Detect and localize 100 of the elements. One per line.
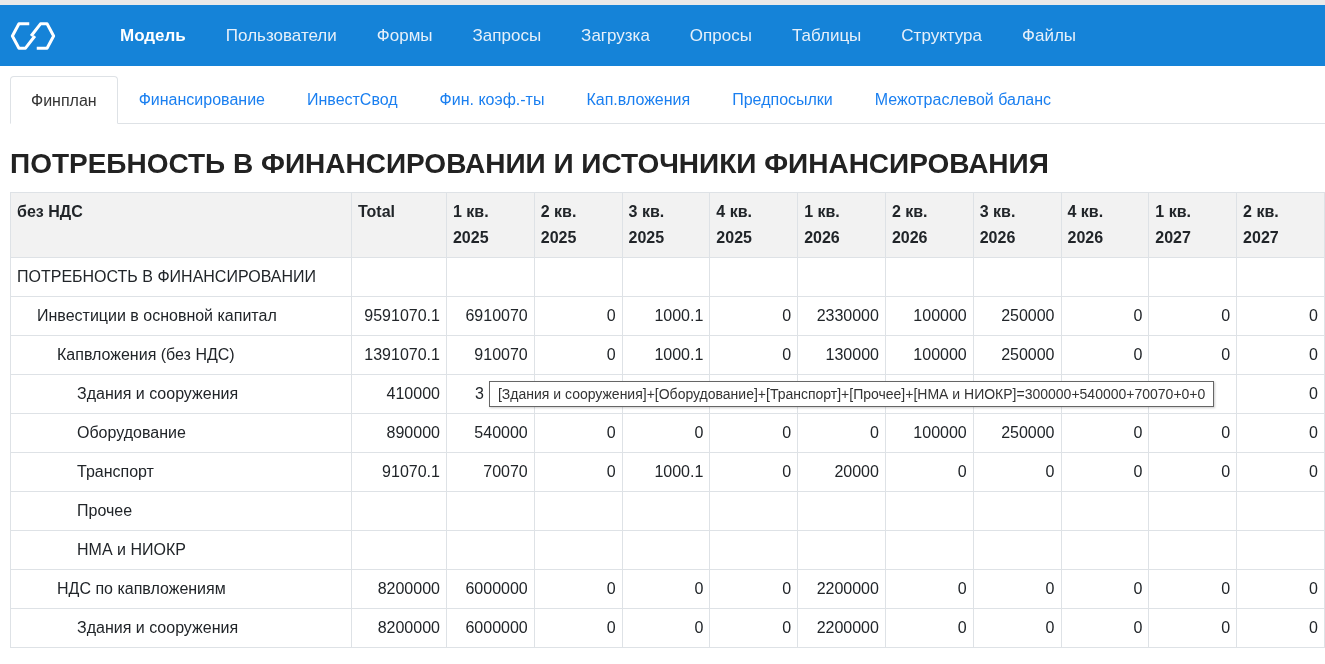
table-cell: 6910070 — [465, 307, 528, 324]
table-cell: 0 — [1309, 580, 1318, 597]
table-cell: 0 — [1309, 424, 1318, 441]
table-cell: 0 — [782, 424, 792, 441]
table-cell: 0 — [1221, 424, 1231, 441]
table-cell: 0 — [782, 619, 792, 636]
table-cell: 0 — [957, 580, 967, 597]
column-header: 2 кв. 2027 — [1236, 192, 1325, 258]
nav-link[interactable]: Загрузка — [561, 25, 670, 46]
table-cell: 0 — [1045, 619, 1055, 636]
table-cell: 0 — [606, 580, 616, 597]
table-cell: 250000 — [1001, 346, 1055, 363]
table-cell: 0 — [782, 580, 792, 597]
column-header: 2 кв. 2026 — [885, 192, 974, 258]
column-header: 1 кв. 2026 — [797, 192, 886, 258]
table-cell: 0 — [1309, 307, 1318, 324]
table-cell: 540000 — [474, 424, 528, 441]
row-label: Здания и сооружения — [77, 619, 239, 636]
table-cell: 910070 — [474, 346, 528, 363]
table-cell: 2200000 — [816, 619, 879, 636]
table-cell: 0 — [782, 346, 792, 363]
page-heading: ПОТРЕБНОСТЬ В ФИНАНСИРОВАНИИ И ИСТОЧНИКИ ФИНАНСИРОВАНИЯ — [10, 147, 1050, 181]
column-header: без НДС — [10, 192, 352, 258]
table-cell: 1000.1 — [654, 346, 704, 363]
column-header: 1 кв. 2025 — [446, 192, 535, 258]
table-cell: 8200000 — [377, 580, 440, 597]
table-cell: 0 — [957, 619, 967, 636]
column-header: 1 кв. 2027 — [1148, 192, 1237, 258]
nav-link[interactable]: Таблицы — [771, 25, 882, 46]
row-label: Капвложения (без НДС) — [57, 346, 235, 363]
table-cell: 250000 — [1001, 424, 1055, 441]
tab[interactable]: Фин. коэф.-ты — [418, 76, 566, 123]
row-label: Здания и сооружения — [77, 385, 239, 402]
table-cell: 0 — [606, 463, 616, 480]
tab[interactable]: ИнвестСвод — [285, 76, 419, 123]
nav-link[interactable]: Пользователи — [205, 25, 357, 46]
row-label: Оборудование — [77, 424, 186, 441]
column-header: 3 кв. 2025 — [622, 192, 710, 258]
table-cell: 0 — [1133, 619, 1143, 636]
table-cell: 100000 — [913, 424, 967, 441]
table-cell: 0 — [782, 307, 792, 324]
nav-link[interactable]: Модель — [100, 25, 206, 46]
table-cell: 9591070.1 — [364, 307, 440, 324]
nav-link[interactable]: Запросы — [452, 25, 562, 46]
table-cell: 410000 — [386, 385, 440, 402]
table-cell: 8200000 — [377, 619, 440, 636]
table-cell: 1000.1 — [654, 463, 704, 480]
tab[interactable]: Межотраслевой баланс — [853, 76, 1072, 123]
nav-link[interactable]: Файлы — [1002, 25, 1096, 46]
row-label: Прочее — [77, 502, 133, 519]
row-label: НМА и НИОКР — [77, 541, 186, 558]
table-cell: 0 — [694, 580, 704, 597]
table-cell: 1000.1 — [654, 307, 704, 324]
table-cell: 70070 — [483, 463, 528, 480]
table-cell: 0 — [1045, 580, 1055, 597]
column-header: 4 кв. 2026 — [1061, 192, 1149, 258]
table-cell: 0 — [1309, 463, 1318, 480]
tab[interactable]: Финплан — [10, 76, 118, 124]
table-cell: 0 — [1133, 580, 1143, 597]
table-cell: 890000 — [386, 424, 440, 441]
table-cell: 0 — [1221, 619, 1231, 636]
table-cell: 0 — [782, 463, 792, 480]
table-cell: 0 — [957, 463, 967, 480]
column-header: 3 кв. 2026 — [973, 192, 1061, 258]
table-cell: 250000 — [1001, 307, 1055, 324]
tab[interactable]: Предпосылки — [711, 76, 854, 123]
table-cell: 0 — [1221, 307, 1231, 324]
nav-link[interactable]: Формы — [356, 25, 453, 46]
table-cell: 0 — [1221, 346, 1231, 363]
table-cell: 0 — [870, 424, 879, 441]
table-cell: 0 — [606, 619, 616, 636]
table-cell: 0 — [1045, 463, 1055, 480]
tab[interactable]: Финансирование — [117, 76, 286, 123]
table-cell: 2200000 — [816, 580, 879, 597]
nav-link[interactable]: Опросы — [669, 25, 772, 46]
table-cell: 0 — [606, 307, 616, 324]
column-header: 2 кв. 2025 — [534, 192, 623, 258]
table-cell: 0 — [694, 424, 704, 441]
table-cell: 3 — [474, 385, 484, 402]
table-cell: 6000000 — [465, 580, 528, 597]
row-label: Транспорт — [77, 463, 154, 480]
table-cell: 0 — [1133, 463, 1143, 480]
table-cell: 0 — [1133, 307, 1143, 324]
table-cell: 2330000 — [816, 307, 879, 324]
table-cell: 100000 — [913, 346, 967, 363]
logo-icon[interactable] — [10, 20, 56, 51]
tooltip: [Здания и сооружения]+[Оборудование]+[Транспорт]+[Прочее]+[НМА и НИОКР]=300000+540000+70070+0+0 — [488, 381, 1215, 407]
table-cell: 0 — [694, 619, 704, 636]
table-cell: 0 — [1221, 580, 1231, 597]
table-cell: 0 — [606, 346, 616, 363]
table-cell: 0 — [1309, 385, 1318, 402]
nav-link[interactable]: Структура — [881, 25, 1002, 46]
table-cell: 0 — [1133, 346, 1143, 363]
table-cell: 0 — [1309, 346, 1318, 363]
table-cell: 91070.1 — [382, 463, 440, 480]
row-label: ПОТРЕБНОСТЬ В ФИНАНСИРОВАНИИ — [17, 268, 317, 285]
row-label: НДС по капвложениям — [57, 580, 226, 597]
tab[interactable]: Кап.вложения — [565, 76, 712, 123]
column-header: 4 кв. 2025 — [709, 192, 798, 258]
table-cell: 100000 — [913, 307, 967, 324]
